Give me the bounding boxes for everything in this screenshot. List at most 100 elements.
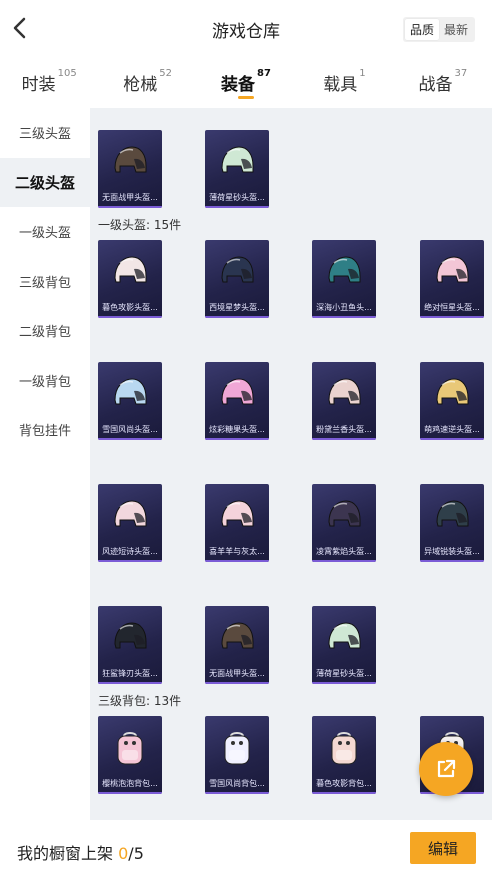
- rarity-stripe: [420, 316, 484, 318]
- item-name: 无面战甲头盔...: [102, 193, 158, 202]
- item-card[interactable]: 薄荷星砂头盔...: [205, 130, 269, 208]
- item-card[interactable]: 雪国风尚背包...: [205, 716, 269, 794]
- section-header: 一级头盔: 15件: [98, 218, 182, 232]
- rarity-stripe: [98, 438, 162, 440]
- tab-count: 1: [359, 68, 366, 79]
- helmet-icon: [221, 622, 254, 649]
- item-card[interactable]: 狂鲨锋刃头盔...: [98, 606, 162, 684]
- tab-supplies[interactable]: 战备 37: [394, 62, 492, 106]
- app-header: 游戏仓库 品质 最新: [0, 0, 492, 58]
- item-card[interactable]: 炫彩糖果头盔...: [205, 362, 269, 440]
- sidebar-item-helmet-lv1[interactable]: 一级头盔: [0, 207, 90, 257]
- item-name: 雪国风尚头盔...: [102, 425, 158, 434]
- item-name: 凌霄紫焰头盔...: [316, 547, 372, 556]
- sort-option-latest[interactable]: 最新: [439, 19, 473, 40]
- item-card[interactable]: 暮色攻影背包...: [312, 716, 376, 794]
- sidebar-item-helmet-lv3[interactable]: 三级头盔: [0, 108, 90, 158]
- rarity-stripe: [420, 438, 484, 440]
- helmet-icon: [328, 622, 361, 649]
- sidebar: 三级头盔 二级头盔 一级头盔 三级背包 二级背包 一级背包 背包挂件: [0, 108, 90, 820]
- item-card[interactable]: 西境星梦头盔...: [205, 240, 269, 318]
- sidebar-item-backpack-lv1[interactable]: 一级背包: [0, 356, 90, 406]
- helmet-icon: [114, 378, 147, 405]
- tab-label: 枪械: [123, 75, 158, 95]
- item-name: 薄荷星砂头盔...: [316, 669, 372, 678]
- share-external-icon: [437, 759, 456, 778]
- share-button[interactable]: [419, 742, 473, 796]
- sidebar-item-backpack-charm[interactable]: 背包挂件: [0, 405, 90, 455]
- rarity-stripe: [205, 792, 269, 794]
- item-card[interactable]: 风迹短诗头盔...: [98, 484, 162, 562]
- rarity-stripe: [98, 316, 162, 318]
- active-tab-indicator: [238, 96, 255, 99]
- item-card[interactable]: 樱桃泡泡背包...: [98, 716, 162, 794]
- tab-equipment[interactable]: 装备 87: [197, 62, 295, 106]
- showcase-status: 我的橱窗上架 0/5: [17, 840, 144, 864]
- item-card[interactable]: 凌霄紫焰头盔...: [312, 484, 376, 562]
- helmet-icon: [328, 256, 361, 283]
- item-name: 狂鲨锋刃头盔...: [102, 669, 158, 678]
- tab-count: 87: [257, 68, 271, 79]
- tab-label: 时装: [21, 75, 56, 95]
- backpack-icon: [117, 732, 143, 765]
- helmet-icon: [221, 146, 254, 173]
- sort-option-quality[interactable]: 品质: [405, 19, 439, 40]
- helmet-icon: [221, 500, 254, 527]
- tab-firearms[interactable]: 枪械 52: [98, 62, 196, 106]
- item-card[interactable]: 暮色攻影头盔...: [98, 240, 162, 318]
- item-card[interactable]: 萌鸡速逆头盔...: [420, 362, 484, 440]
- rarity-stripe: [205, 682, 269, 684]
- rarity-stripe: [98, 206, 162, 208]
- tab-label: 载具: [323, 75, 358, 95]
- helmet-icon: [221, 256, 254, 283]
- rarity-stripe: [312, 560, 376, 562]
- rarity-stripe: [312, 682, 376, 684]
- rarity-stripe: [312, 316, 376, 318]
- tab-count: 105: [57, 68, 77, 79]
- category-tabs: 时装 105 枪械 52 装备 87 载具 1 战备 37: [0, 62, 492, 106]
- backpack-icon: [331, 732, 357, 765]
- helmet-icon: [436, 378, 469, 405]
- helmet-icon: [436, 256, 469, 283]
- item-card[interactable]: 粉黛兰香头盔...: [312, 362, 376, 440]
- item-name: 喜羊羊与灰太...: [209, 547, 265, 556]
- tab-fashion[interactable]: 时装 105: [0, 62, 98, 106]
- showcase-total: /5: [128, 844, 144, 863]
- helmet-icon: [436, 500, 469, 527]
- item-card[interactable]: 异域锐装头盔...: [420, 484, 484, 562]
- section-header: 三级背包: 13件: [98, 694, 182, 708]
- item-grid-area: 无面战甲头盔... 薄荷星砂头盔... 一级头盔: 15件暮色攻影头盔... 西境星梦…: [90, 108, 492, 820]
- rarity-stripe: [98, 560, 162, 562]
- item-name: 萌鸡速逆头盔...: [424, 425, 480, 434]
- item-card[interactable]: 无面战甲头盔...: [205, 606, 269, 684]
- sidebar-item-helmet-lv2[interactable]: 二级头盔: [0, 157, 90, 207]
- edit-button[interactable]: 编辑: [410, 832, 476, 864]
- showcase-count: 0: [118, 844, 129, 863]
- showcase-label: 我的橱窗上架: [17, 844, 114, 863]
- item-name: 雪国风尚背包...: [209, 779, 265, 788]
- item-card[interactable]: 绝对恒星头盔...: [420, 240, 484, 318]
- item-card[interactable]: 无面战甲头盔...: [98, 130, 162, 208]
- item-card[interactable]: 深海小丑鱼头...: [312, 240, 376, 318]
- item-card[interactable]: 雪国风尚头盔...: [98, 362, 162, 440]
- bottom-bar: 我的橱窗上架 0/5 编辑: [0, 820, 492, 876]
- item-name: 暮色攻影头盔...: [102, 303, 158, 312]
- helmet-icon: [328, 378, 361, 405]
- sidebar-item-backpack-lv3[interactable]: 三级背包: [0, 257, 90, 307]
- item-name: 深海小丑鱼头...: [316, 303, 372, 312]
- item-name: 暮色攻影背包...: [316, 779, 372, 788]
- item-name: 樱桃泡泡背包...: [102, 779, 158, 788]
- rarity-stripe: [205, 206, 269, 208]
- helmet-icon: [114, 622, 147, 649]
- item-card[interactable]: 薄荷星砂头盔...: [312, 606, 376, 684]
- rarity-stripe: [312, 792, 376, 794]
- tab-count: 52: [159, 68, 172, 79]
- rarity-stripe: [205, 316, 269, 318]
- rarity-stripe: [98, 682, 162, 684]
- item-name: 薄荷星砂头盔...: [209, 193, 265, 202]
- tab-vehicles[interactable]: 载具 1: [295, 62, 393, 106]
- rarity-stripe: [420, 560, 484, 562]
- sidebar-item-backpack-lv2[interactable]: 二级背包: [0, 306, 90, 356]
- item-card[interactable]: 喜羊羊与灰太...: [205, 484, 269, 562]
- helmet-icon: [328, 500, 361, 527]
